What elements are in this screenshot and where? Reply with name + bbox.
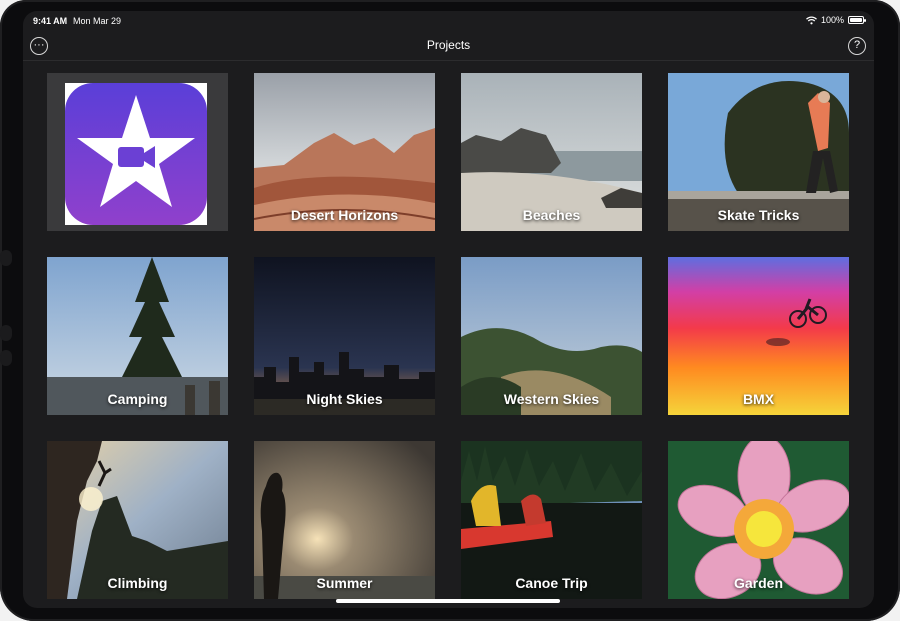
help-icon: ? bbox=[853, 39, 861, 51]
project-tile[interactable]: Camping bbox=[47, 257, 228, 415]
project-title: Desert Horizons bbox=[290, 207, 399, 223]
projects-grid: Desert Horizons Beaches Skate Tricks Cam… bbox=[47, 73, 850, 599]
project-title: Summer bbox=[316, 575, 373, 591]
project-title: Garden bbox=[733, 575, 783, 591]
help-button[interactable]: ? bbox=[848, 37, 866, 55]
project-title: Canoe Trip bbox=[515, 575, 588, 591]
project-tile[interactable]: Canoe Trip bbox=[461, 441, 642, 599]
project-tile[interactable]: Climbing bbox=[47, 441, 228, 599]
project-title: Skate Tricks bbox=[717, 207, 800, 223]
ipad-frame: 9:41 AM Mon Mar 29 100% ··· Projects ? D… bbox=[0, 0, 900, 621]
project-title: Climbing bbox=[107, 575, 168, 591]
device-side-button bbox=[0, 250, 12, 266]
project-tile[interactable]: Western Skies bbox=[461, 257, 642, 415]
app-icon-frame bbox=[65, 83, 207, 225]
project-title: Beaches bbox=[522, 207, 581, 223]
project-tile[interactable]: Garden bbox=[668, 441, 849, 599]
project-title: Night Skies bbox=[306, 391, 383, 407]
project-tile[interactable]: BMX bbox=[668, 257, 849, 415]
project-tile[interactable]: Night Skies bbox=[254, 257, 435, 415]
project-tile[interactable]: Beaches bbox=[461, 73, 642, 231]
battery-fill bbox=[850, 18, 862, 22]
project-title: Camping bbox=[107, 391, 168, 407]
project-title: BMX bbox=[742, 391, 775, 407]
status-date: Mon Mar 29 bbox=[73, 16, 122, 26]
status-right: 100% bbox=[806, 15, 866, 25]
battery-percent: 100% bbox=[820, 15, 844, 25]
nav-bar: ··· Projects ? bbox=[23, 31, 874, 61]
status-bar: 9:41 AM Mon Mar 29 100% bbox=[23, 11, 874, 31]
home-indicator[interactable] bbox=[336, 599, 560, 603]
project-title: Western Skies bbox=[503, 391, 600, 407]
screen: 9:41 AM Mon Mar 29 100% ··· Projects ? D… bbox=[23, 11, 874, 608]
project-tile[interactable]: Desert Horizons bbox=[254, 73, 435, 231]
device-side-button bbox=[0, 350, 12, 366]
page-title: Projects bbox=[426, 38, 471, 52]
status-time: 9:41 AM bbox=[33, 16, 68, 26]
imovie-star-icon bbox=[65, 83, 207, 225]
wifi-icon bbox=[806, 15, 817, 24]
project-tile[interactable]: Skate Tricks bbox=[668, 73, 849, 231]
create-project-tile[interactable] bbox=[47, 73, 228, 231]
battery-icon bbox=[848, 16, 866, 24]
project-tile[interactable]: Summer bbox=[254, 441, 435, 599]
device-side-button bbox=[0, 325, 12, 341]
